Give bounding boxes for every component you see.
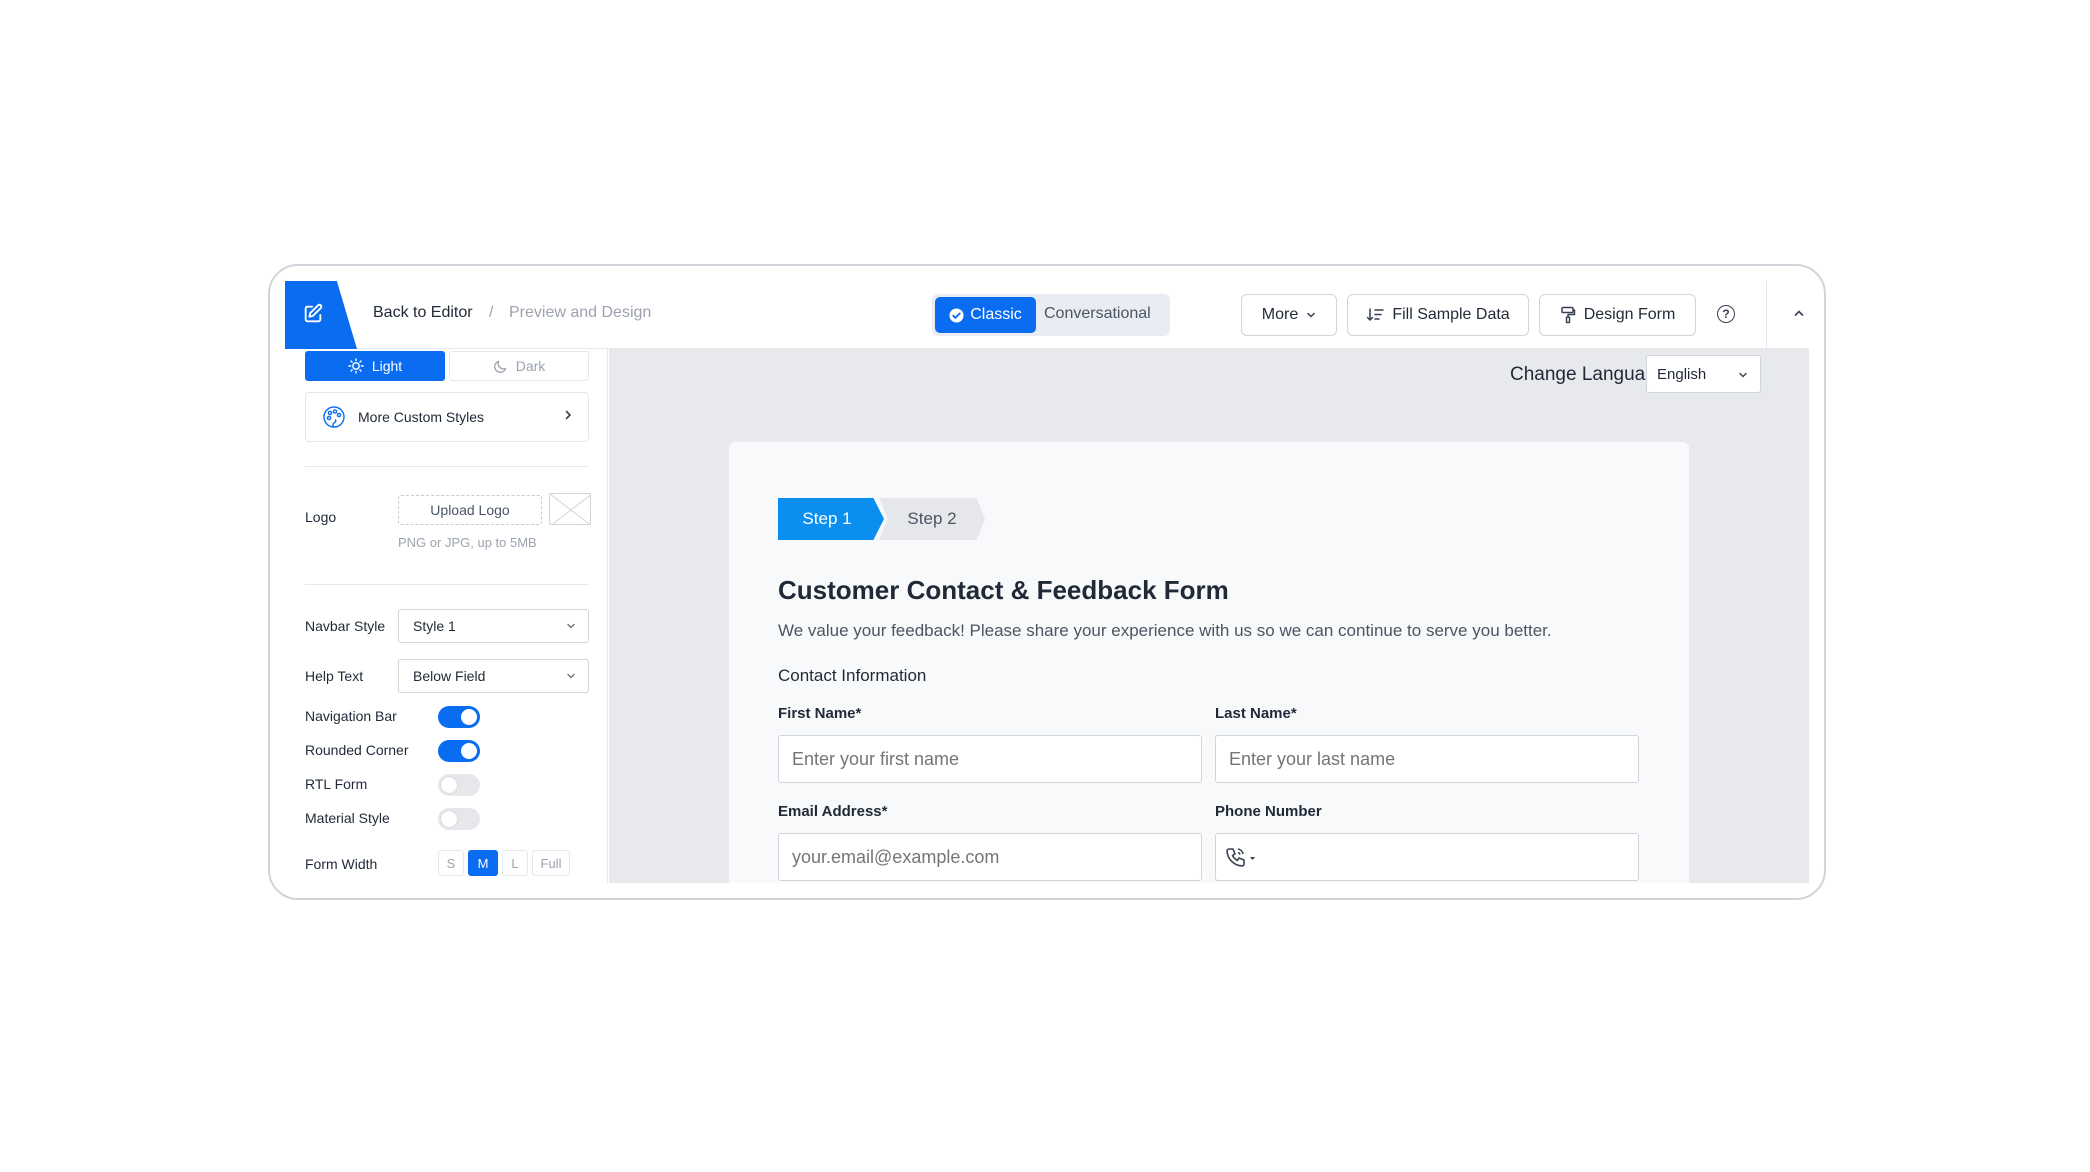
palette-icon (323, 406, 345, 428)
classic-mode-label: Classic (970, 306, 1022, 323)
phone-number-label: Phone Number (1215, 803, 1322, 820)
form-card: Step 1 Step 2 Customer Contact & Feedbac… (729, 442, 1689, 883)
image-placeholder-icon (550, 494, 590, 524)
breadcrumb-current: Preview and Design (509, 304, 652, 321)
top-bar: Back to Editor / Preview and Design Clas… (285, 281, 1809, 349)
question-circle-icon[interactable]: ? (1717, 305, 1735, 323)
material-style-toggle[interactable] (438, 808, 480, 830)
more-label: More (1261, 306, 1299, 323)
app-logo[interactable] (285, 281, 357, 349)
more-custom-styles-label: More Custom Styles (358, 409, 485, 425)
last-name-label: Last Name* (1215, 705, 1297, 722)
more-custom-styles-button[interactable]: More Custom Styles (305, 392, 589, 442)
navigation-bar-toggle[interactable] (438, 706, 480, 728)
form-mode-switch: Classic Conversational (932, 294, 1170, 336)
sort-lines-icon (1367, 308, 1385, 322)
language-select[interactable]: English (1646, 355, 1761, 393)
app-window: Back to Editor / Preview and Design Clas… (268, 264, 1826, 900)
collapse-button[interactable] (1787, 301, 1809, 325)
form-preview-canvas: Change Language English Step 1 Step 2 Cu… (609, 349, 1809, 883)
section-title: Contact Information (778, 666, 927, 685)
help-text-select[interactable]: Below Field (398, 659, 589, 693)
toggle-knob (461, 743, 477, 759)
chevron-down-icon (1307, 312, 1315, 318)
toggle-knob (441, 777, 457, 793)
navigation-bar-label: Navigation Bar (305, 708, 397, 724)
design-form-label: Design Form (1583, 306, 1676, 323)
step-2-tab[interactable]: Step 2 (879, 498, 985, 540)
form-title: Customer Contact & Feedback Form (778, 575, 1229, 605)
logo-label: Logo (305, 509, 337, 525)
form-width-label: Form Width (305, 856, 378, 872)
toggle-knob (441, 811, 457, 827)
chevron-down-icon (567, 623, 575, 629)
theme-switch: Light Dark (305, 351, 589, 381)
first-name-input[interactable] (778, 735, 1202, 783)
design-form-button[interactable]: Design Form (1539, 294, 1696, 336)
material-style-label: Material Style (305, 810, 390, 826)
help-text-value: Below Field (413, 668, 486, 684)
last-name-input[interactable] (1215, 735, 1639, 783)
upload-logo-button[interactable]: Upload Logo (398, 495, 542, 525)
light-theme-button[interactable]: Light (305, 351, 445, 381)
form-width-l-button[interactable]: L (502, 850, 528, 876)
fill-sample-data-label: Fill Sample Data (1392, 306, 1510, 323)
sidebar-divider (305, 584, 589, 585)
step-1-tab[interactable]: Step 1 (778, 498, 884, 540)
dark-theme-label: Dark (515, 358, 546, 374)
sun-icon (348, 358, 364, 374)
check-circle-icon (949, 307, 964, 323)
design-sidebar: Light Dark More Custom Styles Logo Uploa… (285, 349, 608, 883)
toggle-knob (461, 709, 477, 725)
chevron-down-icon (1739, 372, 1747, 378)
rounded-corner-label: Rounded Corner (305, 742, 409, 758)
phone-icon (1226, 848, 1255, 867)
change-language-label: Change Language (1510, 364, 1667, 385)
form-width-full-button[interactable]: Full (532, 850, 570, 876)
logo-hint: PNG or JPG, up to 5MB (398, 535, 537, 550)
form-width-m-button[interactable]: M (468, 850, 498, 876)
email-input[interactable] (778, 833, 1202, 881)
form-description: We value your feedback! Please share you… (778, 621, 1552, 640)
conversational-mode-button[interactable]: Conversational (1044, 305, 1151, 323)
language-value: English (1657, 365, 1707, 383)
logo-placeholder-image (549, 493, 591, 525)
navbar-style-label: Navbar Style (305, 618, 386, 634)
sidebar-divider (305, 466, 589, 467)
form-width-s-button[interactable]: S (438, 850, 464, 876)
first-name-label: First Name* (778, 705, 862, 722)
classic-mode-button[interactable]: Classic (935, 297, 1036, 333)
rounded-corner-toggle[interactable] (438, 740, 480, 762)
chevron-up-icon (1794, 310, 1804, 316)
more-button[interactable]: More (1241, 294, 1337, 336)
edit-icon (304, 303, 323, 323)
navbar-style-value: Style 1 (413, 618, 456, 634)
moon-icon (493, 360, 507, 373)
phone-number-input[interactable] (1215, 833, 1639, 881)
dark-theme-button[interactable]: Dark (449, 351, 589, 381)
help-text-label: Help Text (305, 668, 364, 684)
email-label: Email Address* (778, 803, 888, 820)
toolbar-divider (1766, 281, 1767, 349)
light-theme-label: Light (371, 358, 403, 374)
rtl-form-label: RTL Form (305, 776, 368, 792)
breadcrumb-separator: / (489, 304, 494, 321)
chevron-down-icon (567, 673, 575, 679)
rtl-form-toggle[interactable] (438, 774, 480, 796)
paint-roller-icon (1560, 306, 1575, 324)
back-to-editor-link[interactable]: Back to Editor (373, 304, 473, 322)
chevron-right-icon (565, 410, 572, 420)
navbar-style-select[interactable]: Style 1 (398, 609, 589, 643)
fill-sample-data-button[interactable]: Fill Sample Data (1347, 294, 1529, 336)
